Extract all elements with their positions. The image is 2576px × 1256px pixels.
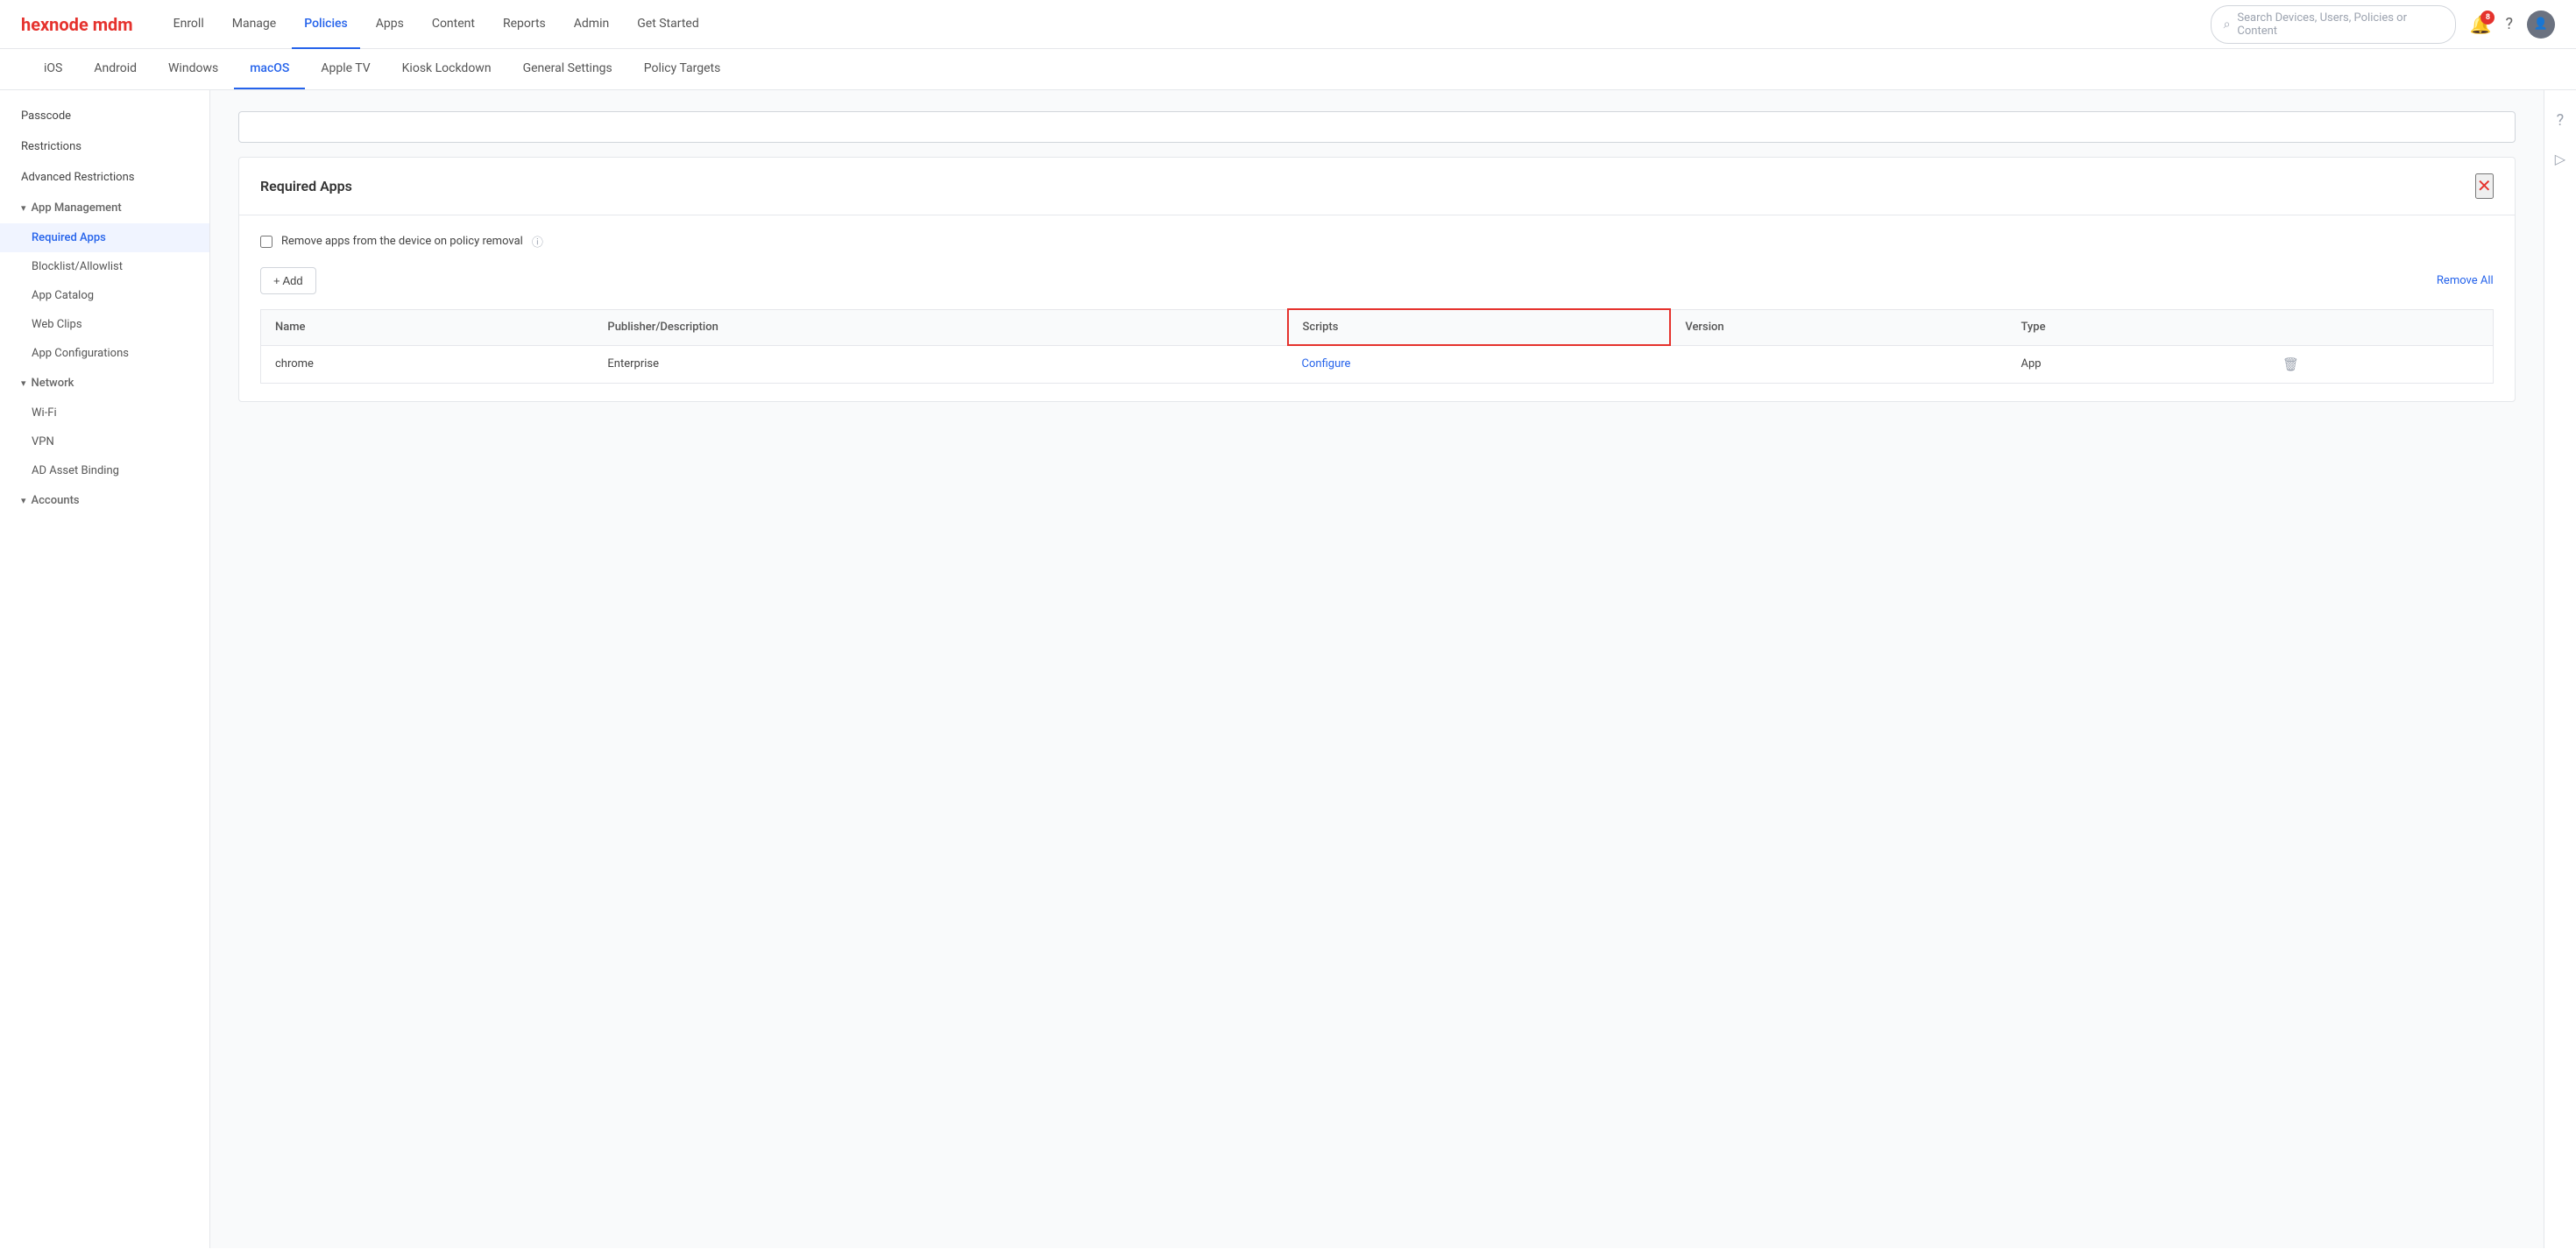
sidebar-section-accounts-label: Accounts [32,494,80,507]
notification-badge: 8 [2480,11,2495,25]
search-placeholder: Search Devices, Users, Policies or Conte… [2237,11,2442,38]
configure-link[interactable]: Configure [1302,357,1351,370]
nav-get-started[interactable]: Get Started [625,0,711,49]
col-name: Name [261,309,594,345]
top-nav: hexnode mdm Enroll Manage Policies Apps … [0,0,2576,49]
sidebar-item-blocklist-allowlist[interactable]: Blocklist/Allowlist [0,252,209,281]
help-side-icon[interactable]: ? [2557,111,2565,130]
user-avatar[interactable]: 👤 [2527,11,2555,39]
tab-macos[interactable]: macOS [234,49,305,89]
sidebar-item-app-catalog[interactable]: App Catalog [0,281,209,310]
sidebar-item-web-clips[interactable]: Web Clips [0,310,209,339]
nav-right: ⌕ Search Devices, Users, Policies or Con… [2211,5,2555,44]
app-type: App [2006,345,2268,383]
toolbar: + Add Remove All [260,267,2494,294]
avatar-icon: 👤 [2534,18,2548,31]
delete-icon[interactable]: 🗑 [2282,356,2299,372]
col-type: Type [2006,309,2268,345]
search-icon: ⌕ [2224,18,2231,32]
tab-android[interactable]: Android [78,49,152,89]
checkbox-row: Remove apps from the device on policy re… [260,233,2494,250]
sidebar-item-restrictions[interactable]: Restrictions [0,131,209,162]
side-actions: ? ▷ [2544,90,2576,1248]
help-icon[interactable]: ? [2505,15,2513,33]
nav-enroll[interactable]: Enroll [161,0,216,49]
sidebar-item-required-apps[interactable]: Required Apps [0,223,209,252]
nav-manage[interactable]: Manage [220,0,288,49]
app-name: chrome [261,345,594,383]
nav-admin[interactable]: Admin [562,0,621,49]
nav-policies[interactable]: Policies [292,0,360,49]
table-row: chrome Enterprise Configure App 🗑 [261,345,2494,383]
info-icon[interactable]: ⓘ [532,233,543,250]
app-version [1670,345,2006,383]
col-actions [2268,309,2493,345]
col-publisher: Publisher/Description [593,309,1287,345]
tab-apple-tv[interactable]: Apple TV [305,49,386,89]
close-panel-button[interactable]: ✕ [2475,173,2494,199]
sub-tabs: iOS Android Windows macOS Apple TV Kiosk… [0,49,2576,90]
nav-content[interactable]: Content [420,0,487,49]
tab-ios[interactable]: iOS [28,49,78,89]
sidebar: Passcode Restrictions Advanced Restricti… [0,90,210,1248]
panel-body: Remove apps from the device on policy re… [239,215,2515,401]
sidebar-section-network-label: Network [32,377,74,390]
panel-header: Required Apps ✕ [239,158,2515,215]
logo-hexnode: hexnode [21,14,88,35]
play-side-icon[interactable]: ▷ [2555,151,2565,167]
add-button[interactable]: + Add [260,267,316,294]
app-publisher: Enterprise [593,345,1287,383]
table-header-row: Name Publisher/Description Scripts Versi… [261,309,2494,345]
tab-policy-targets[interactable]: Policy Targets [628,49,737,89]
search-box[interactable]: ⌕ Search Devices, Users, Policies or Con… [2211,5,2456,44]
remove-apps-checkbox[interactable] [260,236,272,248]
sidebar-section-network[interactable]: ▾ Network [0,368,209,399]
apps-table: Name Publisher/Description Scripts Versi… [260,308,2494,384]
content-area: Required Apps ✕ Remove apps from the dev… [210,90,2544,1248]
logo: hexnode mdm [21,14,133,35]
logo-mdm: mdm [88,14,133,35]
app-delete: 🗑 [2268,345,2493,383]
main-layout: Passcode Restrictions Advanced Restricti… [0,90,2576,1248]
col-scripts: Scripts [1288,309,1671,345]
sidebar-item-wifi[interactable]: Wi-Fi [0,399,209,427]
panel-title: Required Apps [260,178,352,194]
sidebar-item-vpn[interactable]: VPN [0,427,209,456]
sidebar-item-advanced-restrictions[interactable]: Advanced Restrictions [0,162,209,193]
tab-general-settings[interactable]: General Settings [507,49,628,89]
sidebar-section-accounts[interactable]: ▾ Accounts [0,485,209,516]
nav-apps[interactable]: Apps [364,0,416,49]
app-scripts: Configure [1288,345,1671,383]
sidebar-item-ad-asset-binding[interactable]: AD Asset Binding [0,456,209,485]
top-text-area[interactable] [238,111,2516,143]
chevron-down-icon-network: ▾ [21,378,26,389]
sidebar-item-app-configurations[interactable]: App Configurations [0,339,209,368]
nav-links: Enroll Manage Policies Apps Content Repo… [161,0,2211,49]
remove-apps-label: Remove apps from the device on policy re… [281,235,523,248]
nav-reports[interactable]: Reports [491,0,558,49]
chevron-down-icon: ▾ [21,202,26,214]
sidebar-section-app-management-label: App Management [32,201,122,215]
required-apps-panel: Required Apps ✕ Remove apps from the dev… [238,157,2516,402]
notification-button[interactable]: 🔔 8 [2470,14,2492,35]
tab-kiosk-lockdown[interactable]: Kiosk Lockdown [386,49,507,89]
chevron-right-icon-accounts: ▾ [21,495,26,506]
col-version: Version [1670,309,2006,345]
sidebar-item-passcode[interactable]: Passcode [0,101,209,131]
remove-all-button[interactable]: Remove All [2437,274,2494,287]
tab-windows[interactable]: Windows [152,49,234,89]
sidebar-section-app-management[interactable]: ▾ App Management [0,193,209,223]
